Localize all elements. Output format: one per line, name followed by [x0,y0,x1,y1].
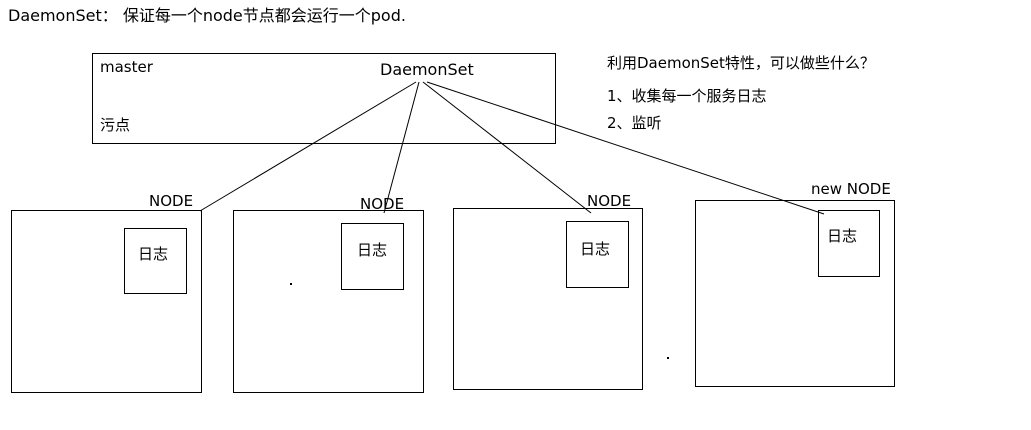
master-label: master [100,58,153,76]
node-label: new NODE [811,180,891,198]
stray-dot [290,283,292,285]
taint-label: 污点 [100,116,131,134]
notes-item-1: 1、收集每一个服务日志 [607,87,767,105]
log-label: 日志 [357,241,388,259]
stray-dot [667,357,669,359]
notes-question: 利用DaemonSet特性，可以做些什么？ [607,54,875,72]
notes-item-2: 2、监听 [607,114,662,132]
log-label: 日志 [827,227,858,245]
daemonset-label: DaemonSet [380,60,474,79]
log-label: 日志 [580,240,611,258]
log-label: 日志 [138,245,169,263]
node-label: NODE [149,192,194,210]
page-title: DaemonSet： 保证每一个node节点都会运行一个pod. [8,6,406,25]
node-label: NODE [587,192,632,210]
master-box [92,53,556,144]
